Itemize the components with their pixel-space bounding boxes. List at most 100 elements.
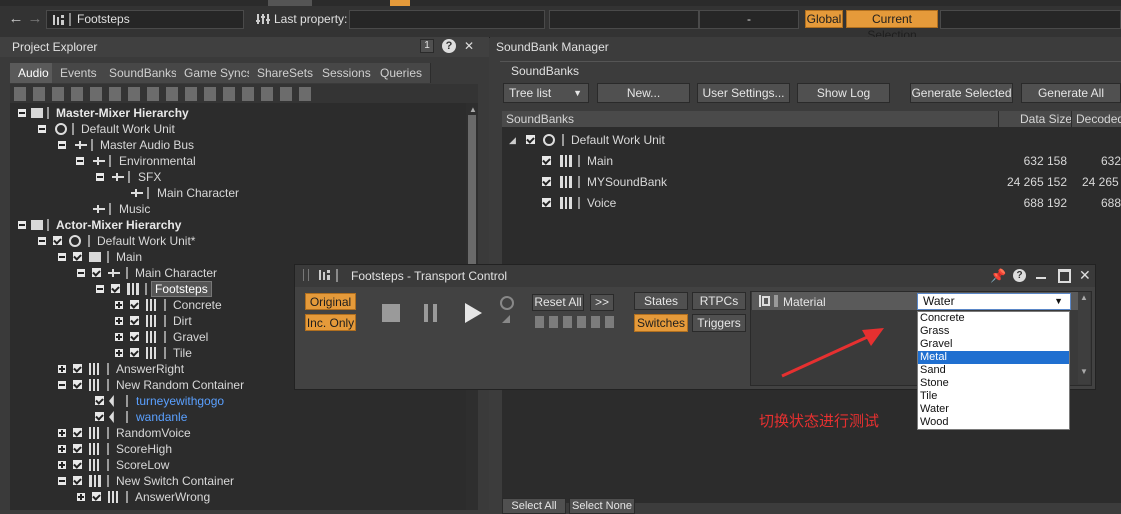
- current-selection-button[interactable]: Current Selection: [846, 10, 938, 42]
- scroll-up-icon[interactable]: ▲: [1080, 293, 1088, 302]
- checkbox[interactable]: [92, 268, 101, 277]
- expand-icon[interactable]: [115, 349, 123, 357]
- checkbox[interactable]: [542, 198, 551, 207]
- reset-all-button[interactable]: Reset All: [532, 294, 584, 311]
- collapse-icon[interactable]: [96, 285, 104, 293]
- material-select[interactable]: Water ▼: [917, 293, 1071, 310]
- top-strip-orange-tab[interactable]: [390, 0, 410, 6]
- expand-icon[interactable]: [58, 429, 66, 437]
- checkbox[interactable]: [53, 236, 62, 245]
- maximize-icon[interactable]: [1058, 269, 1071, 283]
- scroll-up-icon[interactable]: ▲: [469, 105, 477, 114]
- collapse-icon[interactable]: [38, 125, 46, 133]
- collapse-icon[interactable]: [38, 237, 46, 245]
- states-tab[interactable]: States: [634, 292, 688, 310]
- transport-option-icons[interactable]: [535, 316, 617, 328]
- checkbox[interactable]: [73, 364, 82, 373]
- tab-events[interactable]: Events: [52, 63, 106, 83]
- checkbox[interactable]: [130, 348, 139, 357]
- dropdown-option-sand[interactable]: Sand: [918, 364, 1069, 377]
- table-row[interactable]: MYSoundBank 24 265 152 24 265: [502, 174, 1121, 190]
- dropdown-option-grass[interactable]: Grass: [918, 325, 1069, 338]
- top-strip-tab[interactable]: [268, 0, 312, 6]
- checkbox[interactable]: [130, 300, 139, 309]
- original-button[interactable]: Original: [305, 293, 356, 310]
- close-icon[interactable]: ✕: [462, 39, 476, 53]
- checkbox[interactable]: [73, 444, 82, 453]
- dropdown-option-concrete[interactable]: Concrete: [918, 312, 1069, 325]
- global-button[interactable]: Global: [805, 10, 843, 28]
- checkbox[interactable]: [73, 380, 82, 389]
- collapse-icon[interactable]: [58, 381, 66, 389]
- col-header-data-size[interactable]: Data Size: [1020, 112, 1072, 126]
- expand-icon[interactable]: [58, 365, 66, 373]
- tab-queries[interactable]: Queries: [372, 63, 432, 83]
- collapse-icon[interactable]: [77, 269, 85, 277]
- triggers-tab[interactable]: Triggers: [692, 314, 746, 332]
- checkbox[interactable]: [111, 284, 120, 293]
- switches-tab[interactable]: Switches: [634, 314, 688, 332]
- tree-list-dropdown[interactable]: Tree list ▼: [503, 83, 589, 103]
- select-all-button[interactable]: Select All: [502, 498, 566, 514]
- checkbox[interactable]: [542, 177, 551, 186]
- collapse-icon[interactable]: [18, 221, 26, 229]
- tab-sharesets[interactable]: ShareSets: [249, 63, 323, 83]
- checkbox[interactable]: [130, 332, 139, 341]
- checkbox[interactable]: [73, 460, 82, 469]
- col-header-soundbanks[interactable]: SoundBanks: [506, 112, 574, 126]
- filter-icons[interactable]: [14, 87, 314, 101]
- expand-icon[interactable]: [58, 461, 66, 469]
- dropdown-option-stone[interactable]: Stone: [918, 377, 1069, 390]
- collapse-icon[interactable]: [76, 157, 84, 165]
- collapse-icon[interactable]: [58, 141, 66, 149]
- forward-arrow-icon[interactable]: →: [27, 10, 43, 28]
- pause-icon[interactable]: [424, 304, 428, 322]
- new-soundbank-button[interactable]: New...: [597, 83, 690, 103]
- expand-icon[interactable]: [58, 445, 66, 453]
- select-none-button[interactable]: Select None: [569, 498, 635, 514]
- tab-soundbanks[interactable]: SoundBanks: [101, 63, 187, 83]
- stop-icon[interactable]: [382, 304, 400, 322]
- table-row[interactable]: Main 632 158 632: [502, 153, 1121, 169]
- pin-icon[interactable]: 📌: [990, 268, 1006, 284]
- panel-number-icon[interactable]: 1: [420, 39, 434, 53]
- minimize-icon[interactable]: [1036, 277, 1046, 279]
- object-name-field[interactable]: Footsteps: [46, 10, 244, 29]
- timer-icon[interactable]: [500, 296, 514, 310]
- checkbox[interactable]: [542, 156, 551, 165]
- table-row[interactable]: Voice 688 192 688: [502, 195, 1121, 211]
- dropdown-option-gravel[interactable]: Gravel: [918, 338, 1069, 351]
- tab-audio[interactable]: Audio: [10, 63, 58, 83]
- tab-sessions[interactable]: Sessions: [314, 63, 380, 83]
- scroll-down-icon[interactable]: ▼: [1080, 367, 1088, 376]
- last-property-field[interactable]: [349, 10, 545, 29]
- more-button[interactable]: >>: [590, 294, 614, 311]
- property-dash-field[interactable]: -: [699, 10, 799, 29]
- checkbox[interactable]: [95, 396, 104, 405]
- dropdown-option-water[interactable]: Water: [918, 403, 1069, 416]
- help-icon[interactable]: ?: [1013, 269, 1026, 282]
- user-settings-button[interactable]: User Settings...: [697, 83, 790, 103]
- checkbox[interactable]: [95, 412, 104, 421]
- collapse-icon[interactable]: [96, 173, 104, 181]
- expand-icon[interactable]: [115, 317, 123, 325]
- collapse-triangle-icon[interactable]: ◢: [509, 132, 516, 148]
- show-log-button[interactable]: Show Log: [797, 83, 890, 103]
- dropdown-option-tile[interactable]: Tile: [918, 390, 1069, 403]
- checkbox[interactable]: [73, 428, 82, 437]
- inc-only-button[interactable]: Inc. Only: [305, 314, 356, 331]
- checkbox[interactable]: [73, 476, 82, 485]
- checkbox[interactable]: [130, 316, 139, 325]
- expand-icon[interactable]: [115, 301, 123, 309]
- col-header-decoded[interactable]: Decoded: [1076, 112, 1121, 126]
- help-icon[interactable]: ?: [442, 39, 456, 53]
- generate-selected-button[interactable]: Generate Selected: [910, 83, 1013, 103]
- table-row-work-unit[interactable]: ◢ Default Work Unit: [502, 132, 1121, 148]
- checkbox[interactable]: [92, 492, 101, 501]
- switch-list-scrollbar[interactable]: ▲ ▼: [1078, 292, 1090, 384]
- play-icon[interactable]: [465, 303, 482, 323]
- checkbox[interactable]: [73, 252, 82, 261]
- rtpcs-tab[interactable]: RTPCs: [692, 292, 746, 310]
- property-value-field[interactable]: [549, 10, 699, 29]
- back-arrow-icon[interactable]: ←: [8, 10, 24, 28]
